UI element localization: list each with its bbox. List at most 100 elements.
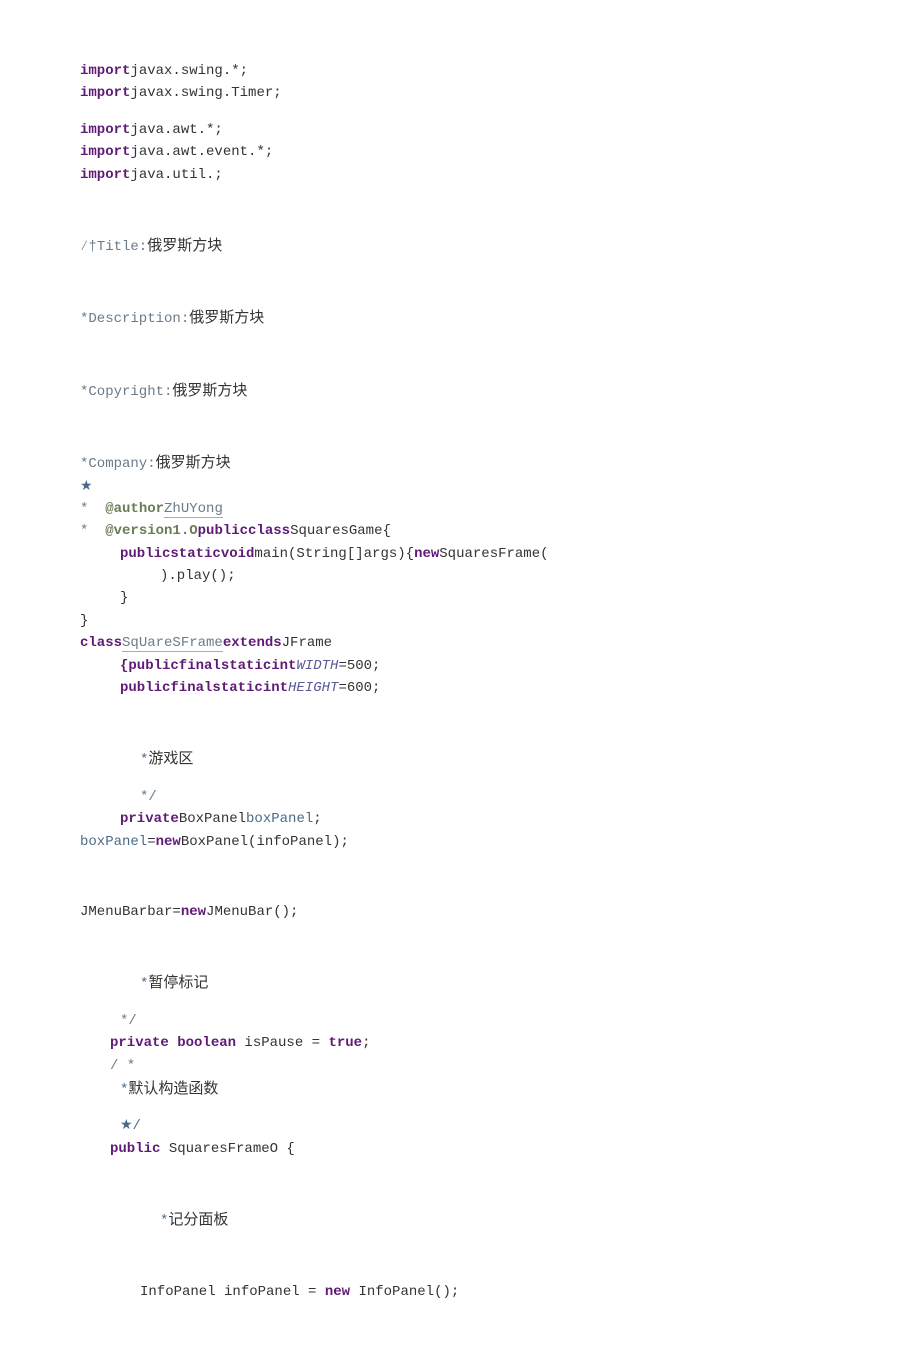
comment-line: *Company:俄罗斯方块 [80,451,840,475]
comment-line: *Description:俄罗斯方块 [80,306,840,330]
code-text: JFrame [282,635,332,651]
version-line: * @version1.OpublicclassSquaresGame{ [80,520,840,542]
comment-cn: 记分面板 [168,1212,228,1228]
keyword: publicclass [198,523,290,539]
comment-text: / * [110,1058,135,1074]
comment-cn: 俄罗斯方块 [156,455,231,471]
code-line: importjavax.swing.*; [80,60,840,82]
keyword: publicfinalstaticint [120,680,288,696]
comment-prefix: *Description: [80,311,189,327]
code-line: importjava.awt.*; [80,119,840,141]
code-line: {publicfinalstaticintWIDTH=500; [80,655,840,677]
code-text: JMenuBar(); [206,904,298,920]
code-text: =500; [338,658,380,674]
bullet: * [80,523,105,539]
code-text: ; [313,811,321,827]
comment-line: ∕†Title:俄罗斯方块 [80,234,840,258]
code-text: main(String[]args){ [254,546,414,562]
comment-cn: 俄罗斯方块 [189,310,264,326]
comment-close: */ [80,786,840,808]
code-line: importjavax.swing.Timer; [80,82,840,104]
keyword: class [80,635,122,651]
keyword: new [414,546,439,562]
code-text: = [312,1035,329,1051]
code-text: SquaresFrame( [439,546,548,562]
keyword: extends [223,635,282,651]
annotation: @author [105,501,164,517]
keyword: true [328,1035,362,1051]
code-line: privateBoxPanelboxPanel; [80,808,840,830]
comment-cn: 游戏区 [148,751,193,767]
code-text: ; [362,1035,370,1051]
star-icon: ★ [80,479,93,495]
brace: } [80,613,88,629]
code-text: SquaresFrameO { [169,1141,295,1157]
comment-cn: 默认构造函数 [128,1081,218,1097]
comment-text: */ [120,1013,137,1029]
code-line: public SquaresFrameO { [80,1138,840,1160]
code-text: java.awt.event.*; [130,144,273,160]
comment-cn: 暂停标记 [148,975,208,991]
star-line: ★ [80,476,840,498]
code-text: = [147,834,155,850]
star-icon: ★/ [120,1118,141,1134]
code-line: } [80,587,840,609]
comment-line: *Copyright:俄罗斯方块 [80,379,840,403]
var-name: boxPanel [246,811,313,827]
code-text: java.awt.*; [130,122,222,138]
keyword: new [156,834,181,850]
comment-close: ★/ [80,1115,840,1137]
comment-open: / * [80,1055,840,1077]
comment-close: */ [80,1010,840,1032]
comment-prefix: *Company: [80,456,156,472]
comment-line: *游戏区 [80,747,840,771]
keyword: private boolean [110,1035,244,1051]
class-name: SqUareSFrame [122,635,223,652]
constant-name: WIDTH [296,658,338,674]
code-line: } [80,610,840,632]
keyword: public [110,1141,169,1157]
author-line: * @authorZhUYong [80,498,840,520]
bullet: * [80,501,105,517]
keyword: {publicfinalstaticint [120,658,296,674]
code-text: InfoPanel(); [358,1284,459,1300]
code-line: importjava.util.; [80,164,840,186]
keyword: new [181,904,206,920]
keyword: import [80,167,130,183]
code-text: java.util.; [130,167,222,183]
comment-cn: 俄罗斯方块 [172,383,247,399]
keyword: new [325,1284,359,1300]
type-name: BoxPanel [179,811,246,827]
keyword: private [120,811,179,827]
class-decl: classSqUareSFrameextendsJFrame [80,632,840,654]
comment-prefix: *Copyright: [80,384,172,400]
brace: } [120,590,128,606]
comment-text: */ [140,789,157,805]
code-text: InfoPanel infoPanel = [140,1284,325,1300]
code-line: private boolean isPause = true; [80,1032,840,1054]
keyword: import [80,122,130,138]
code-text: BoxPanel(infoPanel); [181,834,349,850]
annotation: @version1.O [105,523,197,539]
code-text: ).play(); [160,568,236,584]
keyword: import [80,63,130,79]
code-line: InfoPanel infoPanel = new InfoPanel(); [80,1281,840,1303]
author-link: ZhUYong [164,501,223,518]
keyword: publicstaticvoid [120,546,254,562]
var-name: isPause [244,1035,311,1051]
code-line: publicstaticvoidmain(String[]args){newSq… [80,543,840,565]
var-name: boxPanel [80,834,147,850]
code-text: JMenuBarbar= [80,904,181,920]
code-text: SquaresGame{ [290,523,391,539]
constant-name: HEIGHT [288,680,338,696]
comment-line: *默认构造函数 [80,1077,840,1101]
code-line: ).play(); [80,565,840,587]
code-line: JMenuBarbar=newJMenuBar(); [80,901,840,923]
comment-line: *暂停标记 [80,971,840,995]
code-text: javax.swing.Timer; [130,85,281,101]
comment-cn: 俄罗斯方块 [147,238,222,254]
comment-line: *记分面板 [80,1208,840,1232]
code-text: =600; [338,680,380,696]
keyword: import [80,144,130,160]
comment-prefix: ∕†Title: [80,239,147,255]
